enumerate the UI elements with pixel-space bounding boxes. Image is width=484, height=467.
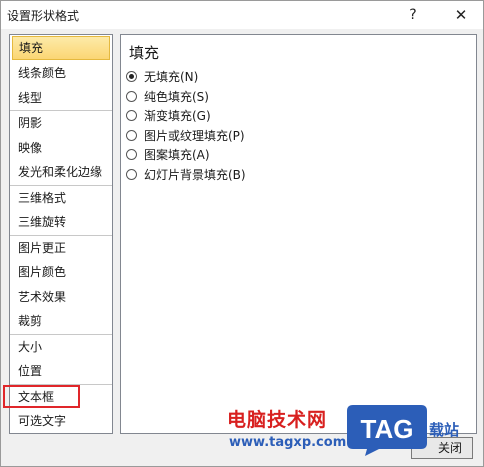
nav-item-shadow[interactable]: 阴影	[10, 111, 112, 136]
watermark-logo-icon: TAG	[347, 405, 427, 456]
radio-button-checked[interactable]	[126, 71, 137, 83]
radio-button[interactable]	[126, 168, 137, 180]
format-shape-dialog: 设置形状格式 ? ✕ 填充 线条颜色 线型 阴影 映像 发光和柔化边缘 三维格式…	[0, 0, 484, 467]
nav-item-picture-corrections[interactable]: 图片更正	[10, 236, 112, 261]
radio-solid-fill[interactable]: 纯色填充(S)	[126, 87, 246, 107]
help-icon[interactable]: ?	[402, 4, 424, 26]
radio-button[interactable]	[126, 129, 137, 141]
radio-label: 纯色填充(S)	[144, 89, 209, 104]
radio-button[interactable]	[126, 90, 137, 102]
dialog-title: 设置形状格式	[7, 9, 80, 23]
radio-gradient-fill[interactable]: 渐变填充(G)	[126, 106, 246, 126]
text-box-highlight-annotation	[3, 385, 80, 408]
radio-pattern-fill[interactable]: 图案填充(A)	[126, 145, 246, 165]
nav-group-fill-line: 填充 线条颜色 线型	[10, 36, 112, 111]
radio-picture-texture-fill[interactable]: 图片或纹理填充(P)	[126, 126, 246, 146]
watermark-side-text: 载站	[429, 421, 460, 439]
nav-item-position[interactable]: 位置	[10, 359, 112, 384]
nav-item-crop[interactable]: 裁剪	[10, 309, 112, 334]
watermark-url: www.tagxp.com	[229, 435, 347, 450]
watermark-site-name: 电脑技术网	[227, 409, 328, 431]
nav-item-3d-format[interactable]: 三维格式	[10, 186, 112, 211]
close-icon[interactable]: ✕	[441, 1, 481, 29]
radio-no-fill[interactable]: 无填充(N)	[126, 67, 246, 87]
nav-item-fill[interactable]: 填充	[12, 36, 110, 60]
nav-item-glow-soft-edges[interactable]: 发光和柔化边缘	[10, 160, 112, 185]
nav-item-alt-text[interactable]: 可选文字	[10, 409, 112, 434]
nav-item-picture-color[interactable]: 图片颜色	[10, 260, 112, 285]
fill-settings-panel: 填充 无填充(N) 纯色填充(S) 渐变填充(G) 图片或纹理填充(P) 图案填…	[120, 34, 477, 434]
title-bar: 设置形状格式 ? ✕	[1, 1, 483, 29]
radio-label: 图案填充(A)	[144, 148, 210, 163]
radio-slide-background-fill[interactable]: 幻灯片背景填充(B)	[126, 165, 246, 185]
fill-options: 无填充(N) 纯色填充(S) 渐变填充(G) 图片或纹理填充(P) 图案填充(A…	[126, 67, 246, 184]
nav-item-line-style[interactable]: 线型	[10, 86, 112, 111]
nav-group-effects: 阴影 映像 发光和柔化边缘	[10, 111, 112, 186]
watermark-logo-text: TAG	[361, 414, 414, 444]
radio-button[interactable]	[126, 110, 137, 122]
nav-item-reflection[interactable]: 映像	[10, 136, 112, 161]
radio-label: 图片或纹理填充(P)	[144, 128, 245, 143]
radio-label: 幻灯片背景填充(B)	[144, 167, 246, 182]
nav-item-3d-rotation[interactable]: 三维旋转	[10, 210, 112, 235]
radio-label: 渐变填充(G)	[144, 109, 211, 124]
radio-button[interactable]	[126, 149, 137, 161]
nav-item-line-color[interactable]: 线条颜色	[10, 61, 112, 86]
category-list: 填充 线条颜色 线型 阴影 映像 发光和柔化边缘 三维格式 三维旋转 图片更正 …	[9, 34, 113, 434]
nav-group-size-position: 大小 位置	[10, 335, 112, 385]
radio-label: 无填充(N)	[144, 70, 199, 85]
nav-item-artistic-effects[interactable]: 艺术效果	[10, 285, 112, 310]
nav-group-picture: 图片更正 图片颜色 艺术效果 裁剪	[10, 236, 112, 335]
nav-group-3d: 三维格式 三维旋转	[10, 186, 112, 236]
fill-section-title: 填充	[129, 44, 160, 62]
nav-item-size[interactable]: 大小	[10, 335, 112, 360]
